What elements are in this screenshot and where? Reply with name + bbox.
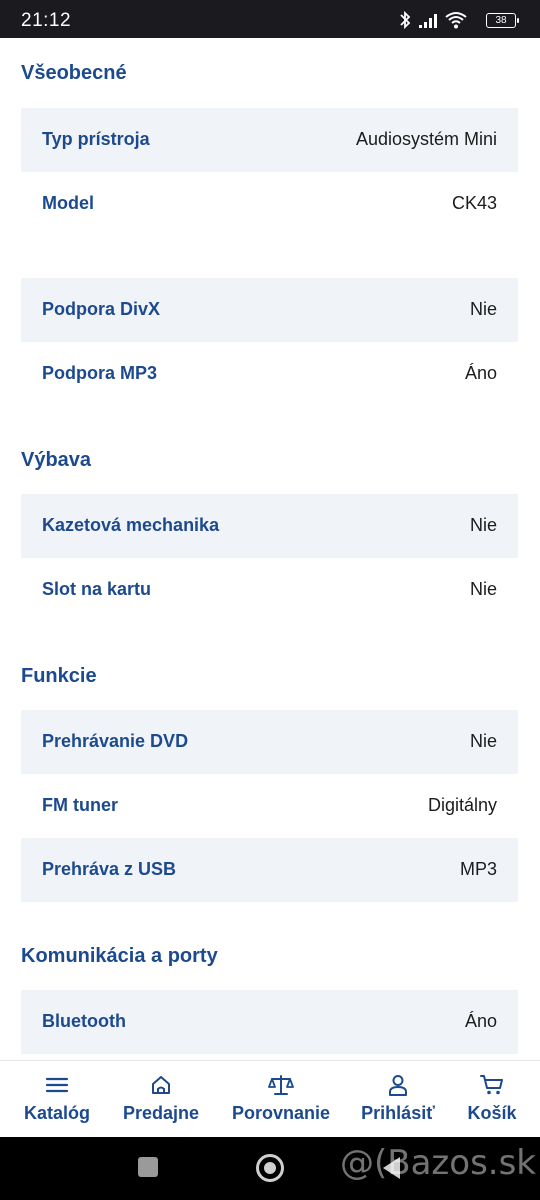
spec-row: Prehráva z USB MP3 bbox=[21, 838, 518, 902]
spec-label: Kazetová mechanika bbox=[42, 515, 220, 535]
nav-label: Predajne bbox=[122, 1103, 200, 1123]
bluetooth-icon bbox=[400, 10, 411, 30]
wifi-icon bbox=[445, 12, 467, 29]
spec-row: Slot na kartu Nie bbox=[21, 558, 518, 622]
bottom-nav: Katalóg Predajne Porovnanie Prihlásiť Ko… bbox=[0, 1060, 540, 1138]
spec-value: Nie bbox=[469, 579, 497, 599]
nav-label: Porovnanie bbox=[231, 1103, 331, 1123]
spec-row: Podpora DivX Nie bbox=[21, 278, 518, 342]
menu-icon bbox=[45, 1077, 69, 1093]
spec-label: Podpora MP3 bbox=[42, 363, 158, 383]
spec-row: Kazetová mechanika Nie bbox=[21, 494, 518, 558]
nav-katalog[interactable]: Katalóg bbox=[22, 1073, 92, 1124]
cart-icon bbox=[480, 1075, 503, 1095]
spec-value: CK43 bbox=[451, 193, 497, 213]
spec-value: Audiosystém Mini bbox=[355, 129, 497, 149]
battery-icon: 38 bbox=[486, 13, 519, 28]
spec-row: Model CK43 bbox=[21, 172, 518, 236]
spec-value: Áno bbox=[464, 1011, 497, 1031]
home-icon[interactable] bbox=[256, 1154, 284, 1182]
nav-label: Prihlásiť bbox=[361, 1103, 435, 1123]
nav-kosik[interactable]: Košík bbox=[462, 1073, 522, 1124]
spec-value: Nie bbox=[469, 515, 497, 535]
scale-icon bbox=[268, 1075, 294, 1095]
spec-label: FM tuner bbox=[42, 795, 118, 815]
spec-value: Nie bbox=[469, 299, 497, 319]
recent-apps-icon[interactable] bbox=[138, 1157, 158, 1177]
spec-label: Prehráva z USB bbox=[42, 859, 177, 879]
spec-content[interactable]: Všeobecné Typ prístroja Audiosystém Mini… bbox=[0, 38, 540, 1060]
spec-label: Podpora DivX bbox=[42, 299, 161, 319]
store-icon bbox=[152, 1076, 170, 1094]
status-time: 21:12 bbox=[21, 10, 72, 31]
spec-value: MP3 bbox=[459, 859, 497, 879]
spec-row: Podpora MP3 Áno bbox=[21, 342, 518, 406]
nav-porovnanie[interactable]: Porovnanie bbox=[231, 1073, 331, 1124]
spec-value: Nie bbox=[469, 731, 497, 751]
spec-value: Digitálny bbox=[427, 795, 497, 815]
spec-row: Prehrávanie DVD Nie bbox=[21, 710, 518, 774]
status-bar: 21:12 38 bbox=[0, 0, 540, 38]
spec-value: Áno bbox=[464, 363, 497, 383]
spec-label: Slot na kartu bbox=[42, 579, 152, 599]
user-icon bbox=[389, 1075, 407, 1096]
spec-label: Prehrávanie DVD bbox=[42, 731, 189, 751]
status-icons: 38 bbox=[398, 10, 519, 30]
nav-label: Katalóg bbox=[23, 1103, 90, 1123]
spec-row: FM tuner Digitálny bbox=[21, 774, 518, 838]
section-title-funkcie: Funkcie bbox=[21, 665, 97, 687]
spec-label: Typ prístroja bbox=[42, 129, 150, 149]
section-title-komunikacia: Komunikácia a porty bbox=[21, 945, 218, 967]
signal-icon bbox=[419, 14, 437, 28]
spec-label: Bluetooth bbox=[42, 1011, 126, 1031]
nav-predajne[interactable]: Predajne bbox=[121, 1073, 201, 1124]
nav-prihlasit[interactable]: Prihlásiť bbox=[358, 1073, 438, 1124]
nav-label: Košík bbox=[467, 1103, 517, 1123]
section-title-vybava: Výbava bbox=[21, 449, 92, 471]
watermark: @(Bazos.sk bbox=[340, 1143, 536, 1183]
spec-row: Bluetooth Áno bbox=[21, 990, 518, 1054]
section-title-vseobecne: Všeobecné bbox=[21, 62, 127, 84]
spec-row: Typ prístroja Audiosystém Mini bbox=[21, 108, 518, 172]
spec-label: Model bbox=[42, 193, 94, 213]
